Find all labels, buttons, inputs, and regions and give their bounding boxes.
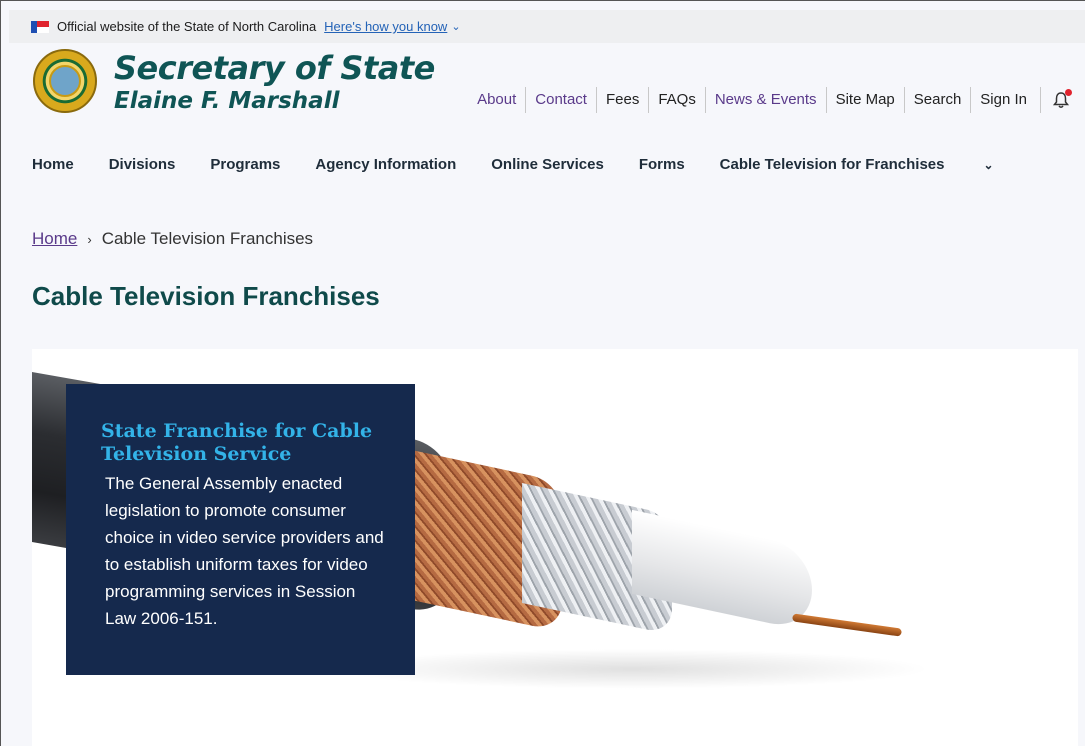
nav-item-programs[interactable]: Programs [210,156,280,173]
utility-link-search[interactable]: Search [903,87,971,113]
heres-how-you-know-link[interactable]: Here's how you know [324,19,447,34]
chevron-down-icon[interactable]: ⌄ [983,158,993,172]
chevron-down-icon[interactable]: ⌄ [451,20,460,33]
nc-flag-icon [31,20,49,33]
official-banner: Official website of the State of North C… [9,10,1085,43]
page-title: Cable Television Franchises [32,281,380,311]
breadcrumb-home-link[interactable]: Home [32,229,77,249]
utility-link-site-map[interactable]: Site Map [825,87,904,113]
nav-item-online-services[interactable]: Online Services [491,156,604,173]
utility-link-sign-in[interactable]: Sign In [970,87,1036,113]
utility-nav: About Contact Fees FAQs News & Events Si… [468,87,1072,113]
site-subtitle[interactable]: Elaine F. Marshall [114,88,339,114]
notification-bell-icon[interactable] [1040,87,1072,113]
utility-link-about[interactable]: About [468,87,525,113]
main-nav: Home Divisions Programs Agency Informati… [32,156,1064,173]
nav-item-agency-information[interactable]: Agency Information [315,156,456,173]
nav-item-cable-label[interactable]: Cable Television for Franchises [720,156,945,173]
cable-shadow [332,649,932,689]
breadcrumb: Home › Cable Television Franchises [32,229,313,249]
utility-link-news-events[interactable]: News & Events [704,87,826,113]
utility-link-faqs[interactable]: FAQs [648,87,705,113]
site-header: Secretary of State Elaine F. Marshall Ab… [9,43,1085,131]
official-banner-text: Official website of the State of North C… [57,19,317,34]
chevron-right-icon: › [87,231,92,247]
breadcrumb-current: Cable Television Franchises [101,229,314,248]
nav-item-cable-television[interactable]: Cable Television for Franchises ⌄ [720,156,1029,173]
nav-item-forms[interactable]: Forms [639,156,685,173]
hero-info-box: State Franchise for Cable Television Ser… [66,384,415,675]
state-seal-logo[interactable] [33,49,97,113]
hero-info-text: The General Assembly enacted legislation… [105,474,384,628]
utility-link-contact[interactable]: Contact [525,87,596,113]
hero-banner: State Franchise for Cable Television Ser… [32,349,1078,746]
hero-info-title: State Franchise for Cable Television Ser… [101,420,373,465]
nav-item-divisions[interactable]: Divisions [109,156,176,173]
nav-item-home[interactable]: Home [32,156,74,173]
utility-link-fees[interactable]: Fees [595,87,648,113]
cable-conductor-image [791,613,903,637]
site-title[interactable]: Secretary of State [114,49,435,87]
